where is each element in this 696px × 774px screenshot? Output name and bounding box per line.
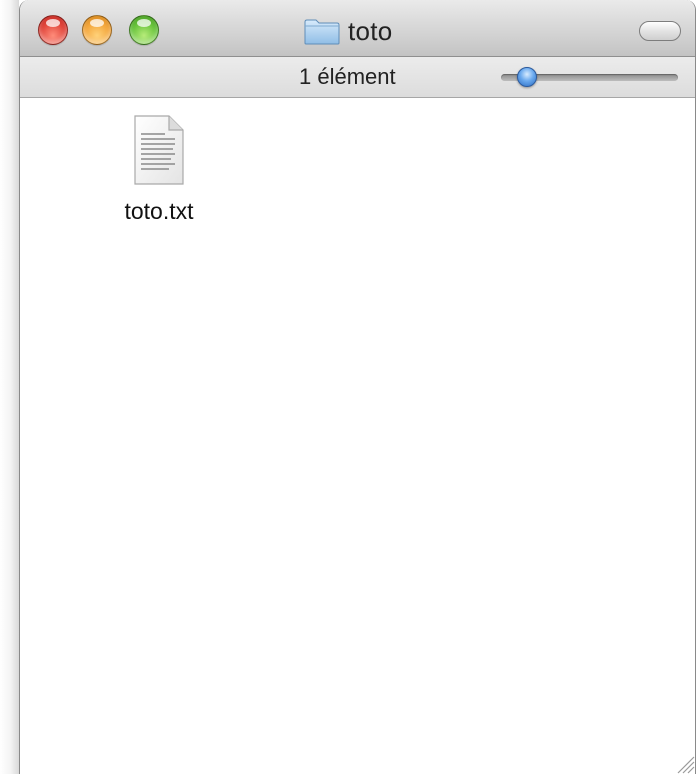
minimize-button[interactable]: [82, 15, 112, 45]
file-item[interactable]: toto.txt: [104, 114, 214, 225]
zoom-button[interactable]: [129, 15, 159, 45]
toolbar-toggle-button[interactable]: [639, 21, 681, 41]
text-document-icon[interactable]: [131, 114, 187, 186]
finder-window: toto 1 élément toto.txt: [19, 0, 696, 774]
desktop-background: [0, 0, 19, 774]
slider-knob[interactable]: [516, 67, 537, 87]
close-button[interactable]: [38, 15, 68, 45]
title-bar[interactable]: toto: [20, 0, 695, 57]
status-bar: 1 élément: [20, 57, 695, 98]
item-count: 1 élément: [299, 64, 396, 89]
folder-icon: [304, 19, 340, 44]
file-view[interactable]: toto.txt: [20, 98, 695, 774]
window-title-group: toto: [304, 15, 393, 46]
window-title: toto: [348, 15, 393, 46]
file-name[interactable]: toto.txt: [104, 198, 214, 225]
icon-size-slider[interactable]: [501, 67, 678, 87]
resize-grip-icon[interactable]: [673, 752, 695, 774]
